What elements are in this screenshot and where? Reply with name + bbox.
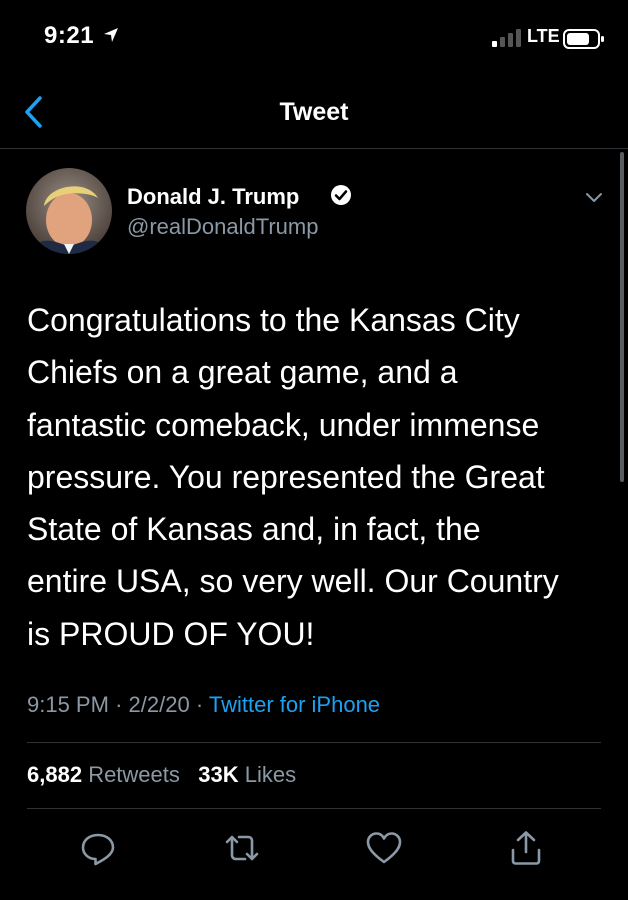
network-type: LTE [527,26,560,46]
divider [27,808,601,809]
chevron-down-icon[interactable] [584,190,604,204]
tweet-stats: 6,882 Retweets 33K Likes [27,762,296,788]
tweet-text-line: is PROUD OF YOU! [27,615,315,652]
like-count: 33K [198,762,239,787]
tweet-text-line: entire USA, so very well. Our Country [27,563,559,600]
meta-separator: · [195,692,209,717]
battery-icon [563,29,604,49]
meta-separator: · [115,692,129,717]
verified-badge-icon [331,185,351,205]
page-title: Tweet [279,98,349,126]
tweet-meta: 9:15 PM · 2/2/20 · Twitter for iPhone [27,692,380,718]
divider [27,742,601,743]
likes-stat[interactable]: 33K Likes [198,762,296,787]
retweet-label: Retweets [88,762,180,787]
status-bar: 9:21 LTE [0,0,628,80]
share-icon[interactable] [506,828,546,868]
tweet-text-line: Chiefs on a great game, and a [27,354,458,391]
scroll-indicator [620,152,624,482]
like-icon[interactable] [364,828,404,868]
tweet-text-line: fantastic comeback, under immense [27,406,540,443]
tweet-source-link[interactable]: Twitter for iPhone [209,692,380,717]
author-name[interactable]: Donald J. Trump [127,184,299,210]
like-label: Likes [244,762,297,787]
author-handle[interactable]: @realDonaldTrump [127,214,318,240]
tweet-text-line: pressure. You represented the Great [27,458,545,495]
tweet-text-line: State of Kansas and, in fact, the [27,511,481,548]
retweets-stat[interactable]: 6,882 Retweets [27,762,180,787]
signal-strength-icon [492,29,521,47]
retweet-icon[interactable] [222,828,262,868]
nav-bar: Tweet [0,80,628,149]
avatar-photo [26,168,112,254]
retweet-count: 6,882 [27,762,83,787]
tweet-time: 9:15 PM [27,692,109,717]
tweet-text: Congratulations to the Kansas City Chief… [27,294,607,660]
reply-icon[interactable] [78,828,118,868]
tweet-date: 2/2/20 [128,692,190,717]
location-arrow-icon [104,28,118,42]
tweet-text-line: Congratulations to the Kansas City [27,302,520,338]
avatar[interactable] [26,168,112,254]
status-time: 9:21 [44,22,95,49]
